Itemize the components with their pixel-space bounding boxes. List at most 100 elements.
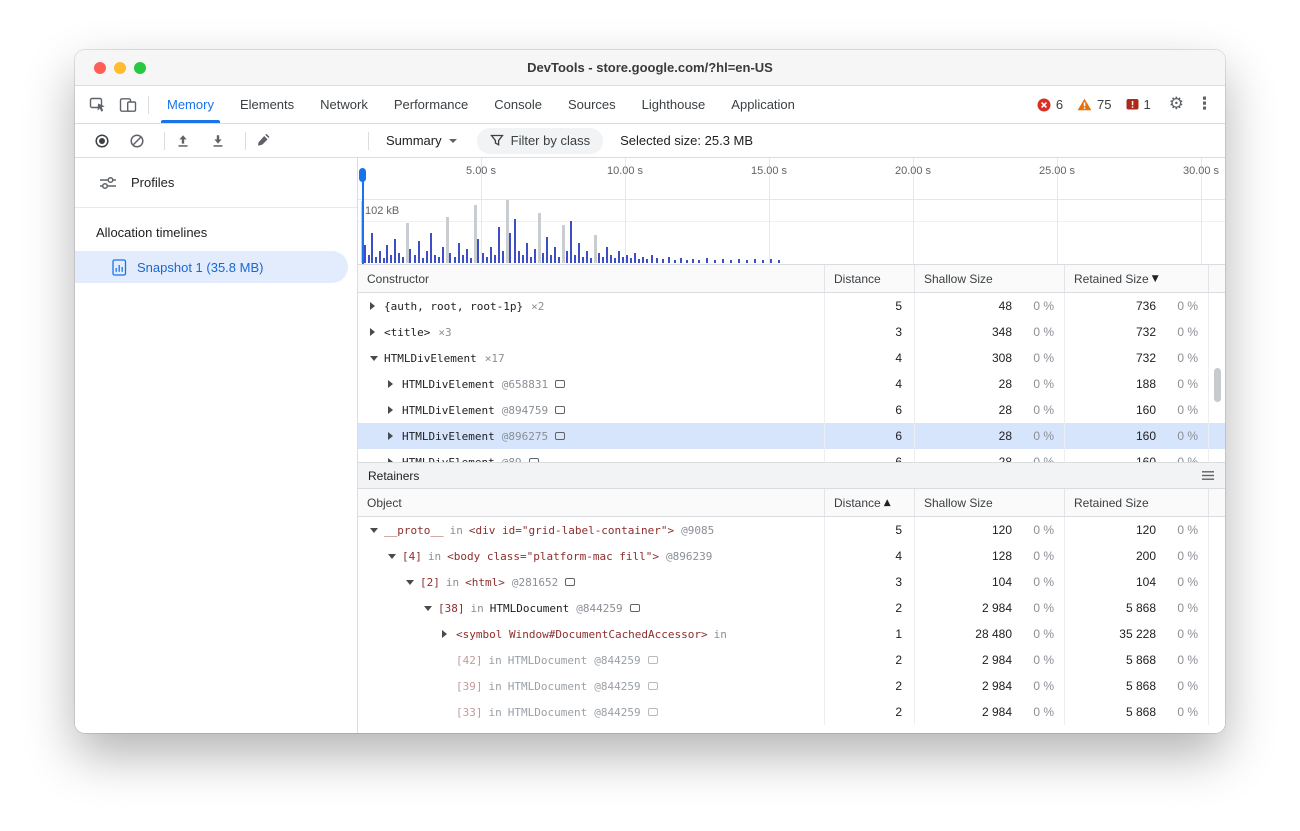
- expand-toggle[interactable]: [388, 380, 402, 388]
- zoom-window-button[interactable]: [134, 62, 146, 74]
- timeline-bar: [586, 251, 588, 263]
- chevron-right-icon[interactable]: [388, 458, 393, 462]
- constructor-row[interactable]: HTMLDivElement@8947596280 %1600 %: [358, 397, 1225, 423]
- chevron-right-icon[interactable]: [442, 630, 447, 638]
- retainer-row[interactable]: [2]in<html>@28165231040 %1040 %: [358, 569, 1225, 595]
- chevron-down-icon[interactable]: [370, 528, 378, 533]
- reveal-node-icon[interactable]: [565, 578, 575, 586]
- retained-size-column-header[interactable]: Retained Size ▼: [1064, 265, 1209, 292]
- constructor-row[interactable]: HTMLDivElement×1743080 %7320 %: [358, 345, 1225, 371]
- reveal-node-icon[interactable]: [630, 604, 640, 612]
- reveal-node-icon[interactable]: [648, 708, 658, 716]
- size-value: 308: [915, 351, 1018, 365]
- expand-toggle[interactable]: [370, 302, 384, 310]
- expand-toggle[interactable]: [424, 606, 438, 611]
- expand-toggle[interactable]: [406, 580, 420, 585]
- tab-memory[interactable]: Memory: [154, 86, 227, 123]
- retainer-row[interactable]: [4]in<body class="platform-mac fill">@89…: [358, 543, 1225, 569]
- timeline-bar: [509, 233, 511, 263]
- expand-toggle[interactable]: [388, 554, 402, 559]
- timeline-bar: [638, 259, 640, 263]
- chevron-right-icon[interactable]: [388, 432, 393, 440]
- size-value: 5 868: [1065, 653, 1162, 667]
- expand-toggle[interactable]: [388, 458, 402, 462]
- tab-console[interactable]: Console: [481, 86, 555, 123]
- tab-sources[interactable]: Sources: [555, 86, 629, 123]
- chevron-right-icon[interactable]: [388, 406, 393, 414]
- reveal-node-icon[interactable]: [555, 432, 565, 440]
- constructor-row[interactable]: <title>×333480 %7320 %: [358, 319, 1225, 345]
- retainers-distance-column-header[interactable]: Distance ▲: [824, 489, 914, 516]
- reveal-node-icon[interactable]: [555, 380, 565, 388]
- chevron-down-icon[interactable]: [424, 606, 432, 611]
- retainer-row[interactable]: [38]inHTMLDocument@84425922 9840 %5 8680…: [358, 595, 1225, 621]
- console-warnings-badge[interactable]: 75: [1077, 97, 1111, 112]
- expand-toggle[interactable]: [370, 328, 384, 336]
- vertical-scrollbar-thumb[interactable]: [1214, 368, 1221, 402]
- chevron-down-icon[interactable]: [388, 554, 396, 559]
- expand-toggle[interactable]: [442, 630, 456, 638]
- reveal-node-icon[interactable]: [648, 656, 658, 664]
- inspect-element-button[interactable]: [83, 91, 113, 119]
- expand-toggle[interactable]: [370, 356, 384, 361]
- record-heap-button[interactable]: [89, 128, 115, 154]
- reveal-node-icon[interactable]: [529, 458, 539, 462]
- retainer-row[interactable]: __proto__in<div id="grid-label-container…: [358, 517, 1225, 543]
- constructor-row[interactable]: HTMLDivElement@6588314280 %1880 %: [358, 371, 1225, 397]
- minimize-window-button[interactable]: [114, 62, 126, 74]
- size-cell: 2000 %: [1064, 543, 1209, 569]
- retainers-menu-icon[interactable]: [1201, 470, 1215, 481]
- chevron-right-icon[interactable]: [370, 328, 375, 336]
- load-profile-button[interactable]: [170, 128, 196, 154]
- tab-performance[interactable]: Performance: [381, 86, 481, 123]
- retainer-row[interactable]: [42]inHTMLDocument@84425922 9840 %5 8680…: [358, 647, 1225, 673]
- retainers-distance-header-label: Distance: [834, 496, 881, 510]
- constructor-column-header[interactable]: Constructor: [358, 265, 824, 292]
- console-errors-badge[interactable]: 6: [1037, 97, 1063, 112]
- expand-toggle[interactable]: [370, 528, 384, 533]
- selection-handle-line[interactable]: [362, 170, 364, 264]
- shallow-size-column-header[interactable]: Shallow Size: [914, 265, 1064, 292]
- retainer-row[interactable]: <symbol Window#DocumentCachedAccessor>in…: [358, 621, 1225, 647]
- reveal-node-icon[interactable]: [648, 682, 658, 690]
- tab-elements[interactable]: Elements: [227, 86, 307, 123]
- more-options-kebab-icon[interactable]: ⋮: [1196, 96, 1213, 113]
- constructor-row[interactable]: HTMLDivElement@8962756280 %1600 %: [358, 423, 1225, 449]
- allocation-timeline-overview[interactable]: 102 kB 5.00 s10.00 s15.00 s20.00 s25.00 …: [358, 158, 1225, 265]
- retainers-shallow-column-header[interactable]: Shallow Size: [914, 489, 1064, 516]
- retainer-row[interactable]: [33]inHTMLDocument@84425922 9840 %5 8680…: [358, 699, 1225, 725]
- tab-network[interactable]: Network: [307, 86, 381, 123]
- expand-toggle[interactable]: [388, 406, 402, 414]
- size-cell: 280 %: [914, 371, 1064, 397]
- retaining-object-name: HTMLDocument: [490, 602, 569, 615]
- device-toolbar-button[interactable]: [113, 91, 143, 119]
- class-filter-input[interactable]: Filter by class: [477, 128, 603, 154]
- chevron-down-icon[interactable]: [406, 580, 414, 585]
- close-window-button[interactable]: [94, 62, 106, 74]
- constructor-row[interactable]: {auth, root, root-1p}×25480 %7360 %: [358, 293, 1225, 319]
- clear-profiles-button[interactable]: [124, 128, 150, 154]
- object-column-header[interactable]: Object: [358, 489, 824, 516]
- chevron-down-icon[interactable]: [370, 356, 378, 361]
- distance-value: 6: [824, 449, 914, 462]
- constructor-row[interactable]: HTMLDivElement@896280 %1600 %: [358, 449, 1225, 462]
- retainer-row[interactable]: [39]inHTMLDocument@84425922 9840 %5 8680…: [358, 673, 1225, 699]
- save-profile-button[interactable]: [205, 128, 231, 154]
- reveal-node-icon[interactable]: [555, 406, 565, 414]
- size-percent: 0 %: [1162, 601, 1208, 615]
- sidebar-item-snapshot-1[interactable]: Snapshot 1 (35.8 MB): [75, 251, 348, 283]
- timeline-bar: [722, 259, 724, 263]
- size-cell: 7320 %: [1064, 345, 1209, 371]
- retainers-retained-column-header[interactable]: Retained Size: [1064, 489, 1209, 516]
- tree-cell: [2]in<html>@281652: [358, 569, 824, 595]
- garbage-collect-button[interactable]: [251, 128, 277, 154]
- expand-toggle[interactable]: [388, 432, 402, 440]
- chevron-right-icon[interactable]: [370, 302, 375, 310]
- tab-application[interactable]: Application: [718, 86, 808, 123]
- issues-badge[interactable]: 1: [1126, 97, 1151, 112]
- tab-lighthouse[interactable]: Lighthouse: [629, 86, 719, 123]
- perspective-select[interactable]: Summary: [386, 133, 457, 148]
- chevron-right-icon[interactable]: [388, 380, 393, 388]
- settings-gear-icon[interactable]: ⚙: [1169, 96, 1184, 113]
- distance-column-header[interactable]: Distance: [824, 265, 914, 292]
